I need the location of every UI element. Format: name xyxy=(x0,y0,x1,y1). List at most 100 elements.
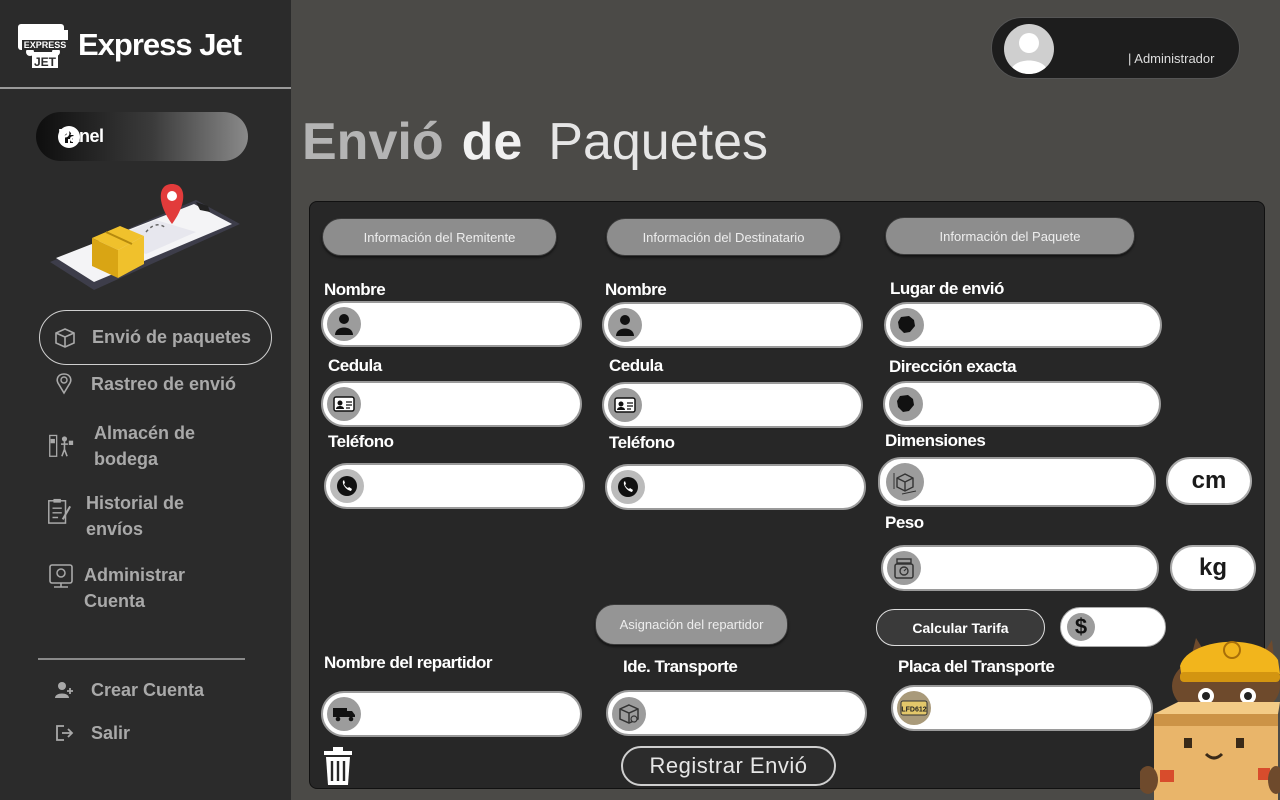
map-region-icon xyxy=(890,308,924,342)
courier-name-label: Nombre del repartidor xyxy=(324,653,493,672)
weight-field[interactable] xyxy=(881,545,1159,591)
section-sender-label: Información del Remitente xyxy=(363,229,516,245)
user-avatar-icon xyxy=(1010,33,1048,74)
sender-phone-label: Teléfono xyxy=(328,432,394,451)
sidebar-item-envio-paquetes[interactable]: Envió de paquetes xyxy=(39,310,272,365)
ship-place-label: Lugar de envió xyxy=(890,279,1004,298)
sidebar-item-historial[interactable]: Historial de envíos xyxy=(46,490,226,542)
phone-icon xyxy=(611,470,645,504)
recipient-id-input[interactable] xyxy=(652,384,849,426)
sidebar-item-rastreo[interactable]: Rastreo de envió xyxy=(51,371,236,397)
ship-place-field[interactable] xyxy=(884,302,1162,348)
trash-icon[interactable] xyxy=(322,747,354,785)
warehouse-icon xyxy=(48,432,74,458)
sidebar-item-label: Historial de envíos xyxy=(86,493,185,539)
weight-unit: kg xyxy=(1170,545,1256,591)
exact-address-input[interactable] xyxy=(933,383,1147,425)
weight-unit-label: kg xyxy=(1198,554,1227,581)
transport-id-field[interactable] xyxy=(606,690,867,736)
sender-id-label: Cedula xyxy=(328,356,382,375)
svg-text:EXPRESS: EXPRESS xyxy=(24,40,67,50)
dimensions-field[interactable] xyxy=(878,457,1156,507)
sidebar-item-salir[interactable]: Salir xyxy=(51,720,130,746)
avatar xyxy=(1004,24,1054,74)
license-plate-icon: LFD612 xyxy=(897,691,931,725)
recipient-phone-input[interactable] xyxy=(655,466,852,508)
sender-name-input[interactable] xyxy=(371,303,568,345)
courier-name-input[interactable] xyxy=(371,693,568,735)
license-plate-text: LFD612 xyxy=(901,707,926,714)
transport-id-input[interactable] xyxy=(656,692,853,734)
id-card-icon xyxy=(327,387,361,421)
scale-icon xyxy=(887,551,921,585)
recipient-name-field[interactable] xyxy=(602,302,863,348)
phone-icon xyxy=(330,469,364,503)
transport-plate-input[interactable] xyxy=(941,687,1139,729)
recipient-phone-label: Teléfono xyxy=(609,433,675,452)
user-role: | Administrador xyxy=(1128,51,1215,66)
dimensions-input[interactable] xyxy=(928,459,1142,505)
sender-id-input[interactable] xyxy=(371,383,568,425)
section-recipient: Información del Destinatario xyxy=(606,218,841,256)
title-word-2: de xyxy=(461,113,523,171)
section-package-label: Información del Paquete xyxy=(939,228,1081,244)
svg-text:JET: JET xyxy=(34,55,57,69)
recipient-name-label: Nombre xyxy=(605,280,667,299)
recipient-id-label: Cedula xyxy=(609,356,663,375)
sidebar-item-crear-cuenta[interactable]: Crear Cuenta xyxy=(51,677,204,703)
transport-plate-label: Placa del Transporte xyxy=(898,657,1055,676)
sidebar-item-label: Almacén de bodega xyxy=(94,423,196,469)
section-recipient-label: Información del Destinatario xyxy=(642,229,805,245)
exact-address-label: Dirección exacta xyxy=(889,357,1017,376)
sidebar-divider xyxy=(38,658,245,660)
add-user-icon xyxy=(51,677,77,703)
sender-id-field[interactable] xyxy=(321,381,582,427)
section-package: Información del Paquete xyxy=(885,217,1135,255)
recipient-name-input[interactable] xyxy=(652,304,849,346)
title-word-1: Envió xyxy=(302,113,444,171)
location-pin-icon xyxy=(51,371,77,397)
cat-courier-mascot xyxy=(1140,638,1280,800)
package-icon xyxy=(612,697,646,731)
exact-address-field[interactable] xyxy=(883,381,1161,427)
ship-place-input[interactable] xyxy=(934,304,1148,346)
calculate-rate-label: Calcular Tarifa xyxy=(912,619,1009,636)
box-dimensions-icon xyxy=(886,463,924,501)
recipient-phone-field[interactable] xyxy=(605,464,866,510)
calculate-rate-button[interactable]: Calcular Tarifa xyxy=(876,609,1045,646)
courier-name-field[interactable] xyxy=(321,691,582,737)
section-sender: Información del Remitente xyxy=(322,218,557,256)
sender-name-field[interactable] xyxy=(321,301,582,347)
person-icon xyxy=(608,308,642,342)
dimensions-unit-label: cm xyxy=(1191,467,1227,494)
sidebar-item-almacen[interactable]: Almacén de bodega xyxy=(48,420,248,472)
person-icon xyxy=(327,307,361,341)
dimensions-unit: cm xyxy=(1166,457,1252,505)
page-title: Envió de Paquetes xyxy=(302,112,768,172)
title-word-3: Paquetes xyxy=(548,113,768,171)
transport-id-label: Ide. Transporte xyxy=(623,657,738,676)
transport-plate-field[interactable]: LFD612 xyxy=(891,685,1153,731)
panel-button[interactable]: Panel xyxy=(36,112,248,161)
sidebar-item-label: Envió de paquetes xyxy=(92,327,252,347)
panel-label: Panel xyxy=(58,126,104,146)
sidebar: EXPRESS JET Express Jet Panel Envió de p… xyxy=(0,0,291,800)
brand-divider xyxy=(0,87,291,89)
account-settings-icon xyxy=(48,564,74,590)
register-shipment-button[interactable]: Registrar Envió xyxy=(621,746,836,786)
dimensions-label: Dimensiones xyxy=(885,431,986,450)
recipient-id-field[interactable] xyxy=(602,382,863,428)
register-shipment-label: Registrar Envió xyxy=(649,753,808,778)
sidebar-item-label: Salir xyxy=(91,722,131,743)
sidebar-item-label: Crear Cuenta xyxy=(91,679,205,700)
sidebar-item-label: Rastreo de envió xyxy=(91,373,237,394)
sender-phone-field[interactable] xyxy=(324,463,585,509)
weight-input[interactable] xyxy=(931,547,1145,589)
brand[interactable]: EXPRESS JET Express Jet xyxy=(16,18,242,72)
dollar-icon: $ xyxy=(1067,613,1095,641)
sidebar-item-administrar[interactable]: Administrar Cuenta xyxy=(48,562,228,614)
sidebar-item-label: Administrar Cuenta xyxy=(84,565,186,611)
section-courier: Asignación del repartidor xyxy=(595,604,788,645)
user-profile-pill[interactable]: | Administrador xyxy=(991,17,1240,79)
sender-phone-input[interactable] xyxy=(374,465,571,507)
